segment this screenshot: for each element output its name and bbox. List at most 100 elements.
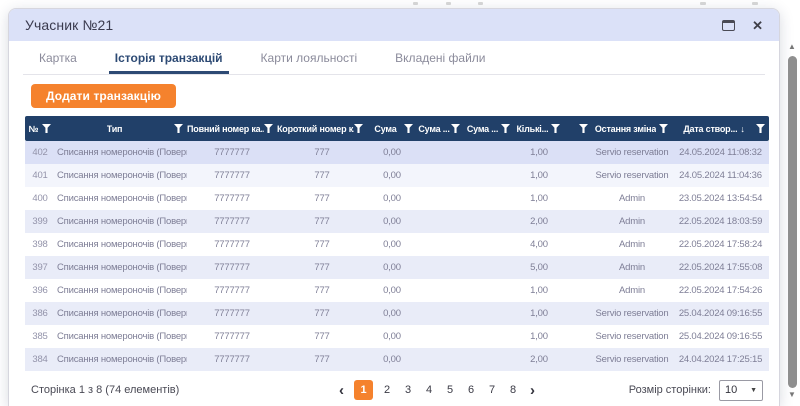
table-row-401[interactable]: 401Списання номероночів (Поверне...77777…: [25, 164, 769, 187]
page-button-7[interactable]: 7: [485, 381, 499, 399]
table-row-385[interactable]: 385Списання номероночів (Поверне...77777…: [25, 325, 769, 348]
cell: 22.05.2024 18:03:59: [672, 216, 769, 227]
page-button-5[interactable]: 5: [443, 381, 457, 399]
cell: 777: [277, 285, 367, 296]
cell: 25.04.2024 09:16:55: [672, 308, 769, 319]
scrollbar-thumb[interactable]: [788, 56, 797, 388]
column-header-6[interactable]: Сума ...: [417, 116, 464, 141]
modal-header: Учасник №21 ✕: [9, 9, 779, 41]
column-header-label: Остання зміна: [595, 124, 656, 134]
cell: 7777777: [187, 216, 277, 227]
cell: 777: [277, 170, 367, 181]
cell: 2,00: [514, 354, 564, 365]
table-row-386[interactable]: 386Списання номероночів (Поверне...77777…: [25, 302, 769, 325]
modal-body: Картка Історія транзакцій Карти лояльності…: [9, 41, 779, 403]
column-header-1[interactable]: №: [25, 116, 55, 141]
page-button-3[interactable]: 3: [401, 381, 415, 399]
page-button-8[interactable]: 8: [506, 381, 520, 399]
filter-icon[interactable]: [264, 124, 273, 133]
scroll-down-icon[interactable]: ▼: [788, 390, 796, 402]
table-row-398[interactable]: 398Списання номероночів (Поверне...77777…: [25, 233, 769, 256]
cell: 1,00: [514, 285, 564, 296]
cell: Admin: [592, 239, 672, 250]
column-header-2[interactable]: Тип: [55, 116, 187, 141]
page-size-control: Розмір сторінки: 10 ▼: [629, 380, 763, 401]
cell: Списання номероночів (Поверне...: [55, 216, 187, 227]
filter-icon[interactable]: [42, 124, 51, 133]
next-page-icon[interactable]: ›: [527, 383, 538, 398]
filter-icon[interactable]: [451, 124, 460, 133]
caret-down-icon: ▼: [750, 387, 757, 394]
add-transaction-button[interactable]: Додати транзакцію: [31, 84, 176, 108]
cell: 401: [25, 170, 55, 181]
filter-icon[interactable]: [174, 124, 183, 133]
close-icon[interactable]: ✕: [752, 19, 763, 32]
cell: 25.04.2024 09:16:55: [672, 331, 769, 342]
cell: Servio reservation: [592, 354, 672, 365]
filter-icon[interactable]: [551, 124, 560, 133]
cell: 7777777: [187, 239, 277, 250]
column-header-7[interactable]: Сума ...: [464, 116, 514, 141]
page-size-label: Розмір сторінки:: [629, 384, 711, 396]
column-header-3[interactable]: Повний номер ка...: [187, 116, 277, 141]
table-row-400[interactable]: 400Списання номероночів (Поверне...77777…: [25, 187, 769, 210]
maximize-icon[interactable]: [722, 20, 735, 31]
column-header-9[interactable]: [564, 116, 592, 141]
table-row-396[interactable]: 396Списання номероночів (Поверне...77777…: [25, 279, 769, 302]
page-button-2[interactable]: 2: [380, 381, 394, 399]
cell: 22.05.2024 17:55:08: [672, 262, 769, 273]
cell: 0,00: [367, 170, 417, 181]
modal-title: Учасник №21: [25, 17, 113, 33]
participant-modal: Учасник №21 ✕ КарткаІсторія транзакційКа…: [8, 8, 780, 406]
table-row-384[interactable]: 384Списання номероночів (Поверне...77777…: [25, 348, 769, 371]
filter-icon[interactable]: [404, 124, 413, 133]
tab-4[interactable]: Вкладені файли: [389, 51, 491, 73]
cell: 777: [277, 354, 367, 365]
prev-page-icon[interactable]: ‹: [336, 383, 347, 398]
scroll-up-icon[interactable]: ▲: [788, 42, 796, 54]
page-button-6[interactable]: 6: [464, 381, 478, 399]
column-header-11[interactable]: Дата створ...↓: [672, 116, 769, 141]
cell: 4,00: [514, 239, 564, 250]
tab-3[interactable]: Карти лояльності: [255, 51, 364, 73]
column-header-label: Короткий номер к...: [277, 124, 354, 134]
page-background: Учасник №21 ✕ КарткаІсторія транзакційКа…: [0, 0, 800, 406]
cell: 1,00: [514, 331, 564, 342]
column-header-label: Повний номер ка...: [187, 124, 264, 134]
filter-icon[interactable]: [501, 124, 510, 133]
column-header-4[interactable]: Короткий номер к...: [277, 116, 367, 141]
cell: 0,00: [367, 262, 417, 273]
table-row-402[interactable]: 402Списання номероночів (Поверне...77777…: [25, 141, 769, 164]
cell: 399: [25, 216, 55, 227]
cell: 777: [277, 193, 367, 204]
page-size-select[interactable]: 10 ▼: [719, 380, 763, 401]
table-row-397[interactable]: 397Списання номероночів (Поверне...77777…: [25, 256, 769, 279]
cell: Admin: [592, 216, 672, 227]
column-header-8[interactable]: Кількі...: [514, 116, 564, 141]
page-button-4[interactable]: 4: [422, 381, 436, 399]
cell: Списання номероночів (Поверне...: [55, 262, 187, 273]
page-button-1[interactable]: 1: [354, 380, 373, 400]
filter-icon[interactable]: [756, 124, 765, 133]
page-size-value: 10: [725, 384, 750, 396]
cell: 398: [25, 239, 55, 250]
table-row-399[interactable]: 399Списання номероночів (Поверне...77777…: [25, 210, 769, 233]
column-header-label: Дата створ...: [683, 124, 737, 134]
cell: 0,00: [367, 239, 417, 250]
tab-2[interactable]: Історія транзакцій: [109, 51, 229, 73]
page-summary: Сторінка 1 з 8 (74 елементів): [31, 384, 179, 396]
cell: 0,00: [367, 193, 417, 204]
column-header-5[interactable]: Сума: [367, 116, 417, 141]
column-header-label: Тип: [107, 124, 123, 134]
filter-icon[interactable]: [659, 124, 668, 133]
grid-header-row: № Тип Повний номер ка... Короткий номер к..…: [25, 116, 769, 141]
tab-1[interactable]: Картка: [33, 51, 83, 73]
filter-icon[interactable]: [354, 124, 363, 133]
cell: 7777777: [187, 262, 277, 273]
column-header-10[interactable]: Остання зміна: [592, 116, 672, 141]
sort-desc-icon: ↓: [740, 124, 744, 134]
cell: 22.05.2024 17:58:24: [672, 239, 769, 250]
cell: 777: [277, 239, 367, 250]
cell: 24.05.2024 11:08:32: [672, 147, 769, 158]
filter-icon[interactable]: [579, 124, 588, 133]
